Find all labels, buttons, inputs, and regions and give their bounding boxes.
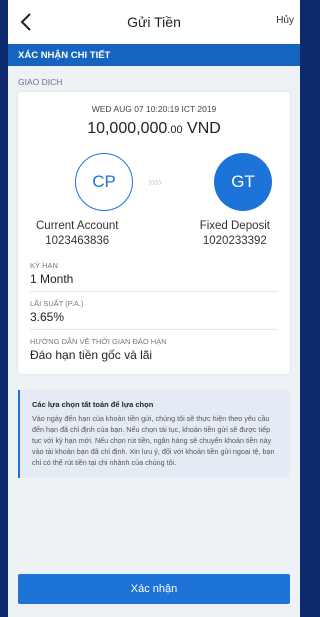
from-account-avatar: CP — [75, 153, 133, 211]
transaction-amount: 10,000,000.00 VND — [30, 120, 278, 138]
note-body: Vào ngày đến hạn của khoản tiền gửi, chú… — [32, 414, 275, 467]
interest-rate-label: LÃI SUẤT (P.A.) — [30, 299, 84, 308]
amount-decimal: .00 — [167, 124, 183, 136]
section-label: GIAO DỊCH — [18, 77, 63, 87]
page-title: Gửi Tiền — [127, 14, 181, 30]
back-button[interactable] — [12, 8, 40, 36]
term-value: 1 Month — [30, 272, 74, 286]
amount-currency: VND — [187, 120, 221, 137]
transfer-diagram: CP ›››› GT — [30, 144, 278, 228]
confirm-button[interactable]: Xác nhận — [18, 574, 290, 604]
transfer-arrows-icon: ›››› — [148, 174, 162, 189]
transaction-datetime: WED AUG 07 10:20:19 ICT 2019 — [91, 104, 217, 114]
cancel-button[interactable]: Hủy — [276, 15, 294, 26]
top-bar: Gửi Tiền Hủy — [8, 0, 300, 44]
chevron-left-icon — [20, 13, 31, 31]
app-screen: Gửi Tiền Hủy XÁC NHẬN CHI TIẾT GIAO DỊCH… — [8, 0, 300, 617]
to-account-number: 1020233392 — [202, 235, 267, 247]
confirm-details-banner: XÁC NHẬN CHI TIẾT — [8, 44, 300, 66]
amount-main: 10,000,000 — [87, 120, 168, 137]
maturity-instruction-field: HƯỚNG DẪN VỀ THỜI GIAN ĐÁO HẠN Đáo hạn t… — [30, 337, 278, 366]
to-account-avatar: GT — [214, 153, 272, 211]
maturity-options-note: Các lựa chọn tất toán để lựa chọn Vào ng… — [18, 390, 290, 478]
term-label: KỲ HẠN — [30, 261, 58, 270]
maturity-instruction-label: HƯỚNG DẪN VỀ THỜI GIAN ĐÁO HẠN — [30, 337, 167, 346]
note-title: Các lựa chọn tất toán để lựa chọn — [32, 400, 154, 409]
from-account-number: 1023463836 — [45, 235, 110, 247]
term-field: KỲ HẠN 1 Month — [30, 261, 278, 292]
maturity-instruction-value: Đáo hạn tiền gốc và lãi — [30, 348, 153, 362]
transaction-card: WED AUG 07 10:20:19 ICT 2019 10,000,000.… — [18, 92, 290, 374]
interest-rate-value: 3.65% — [30, 310, 65, 324]
interest-rate-field: LÃI SUẤT (P.A.) 3.65% — [30, 299, 278, 330]
